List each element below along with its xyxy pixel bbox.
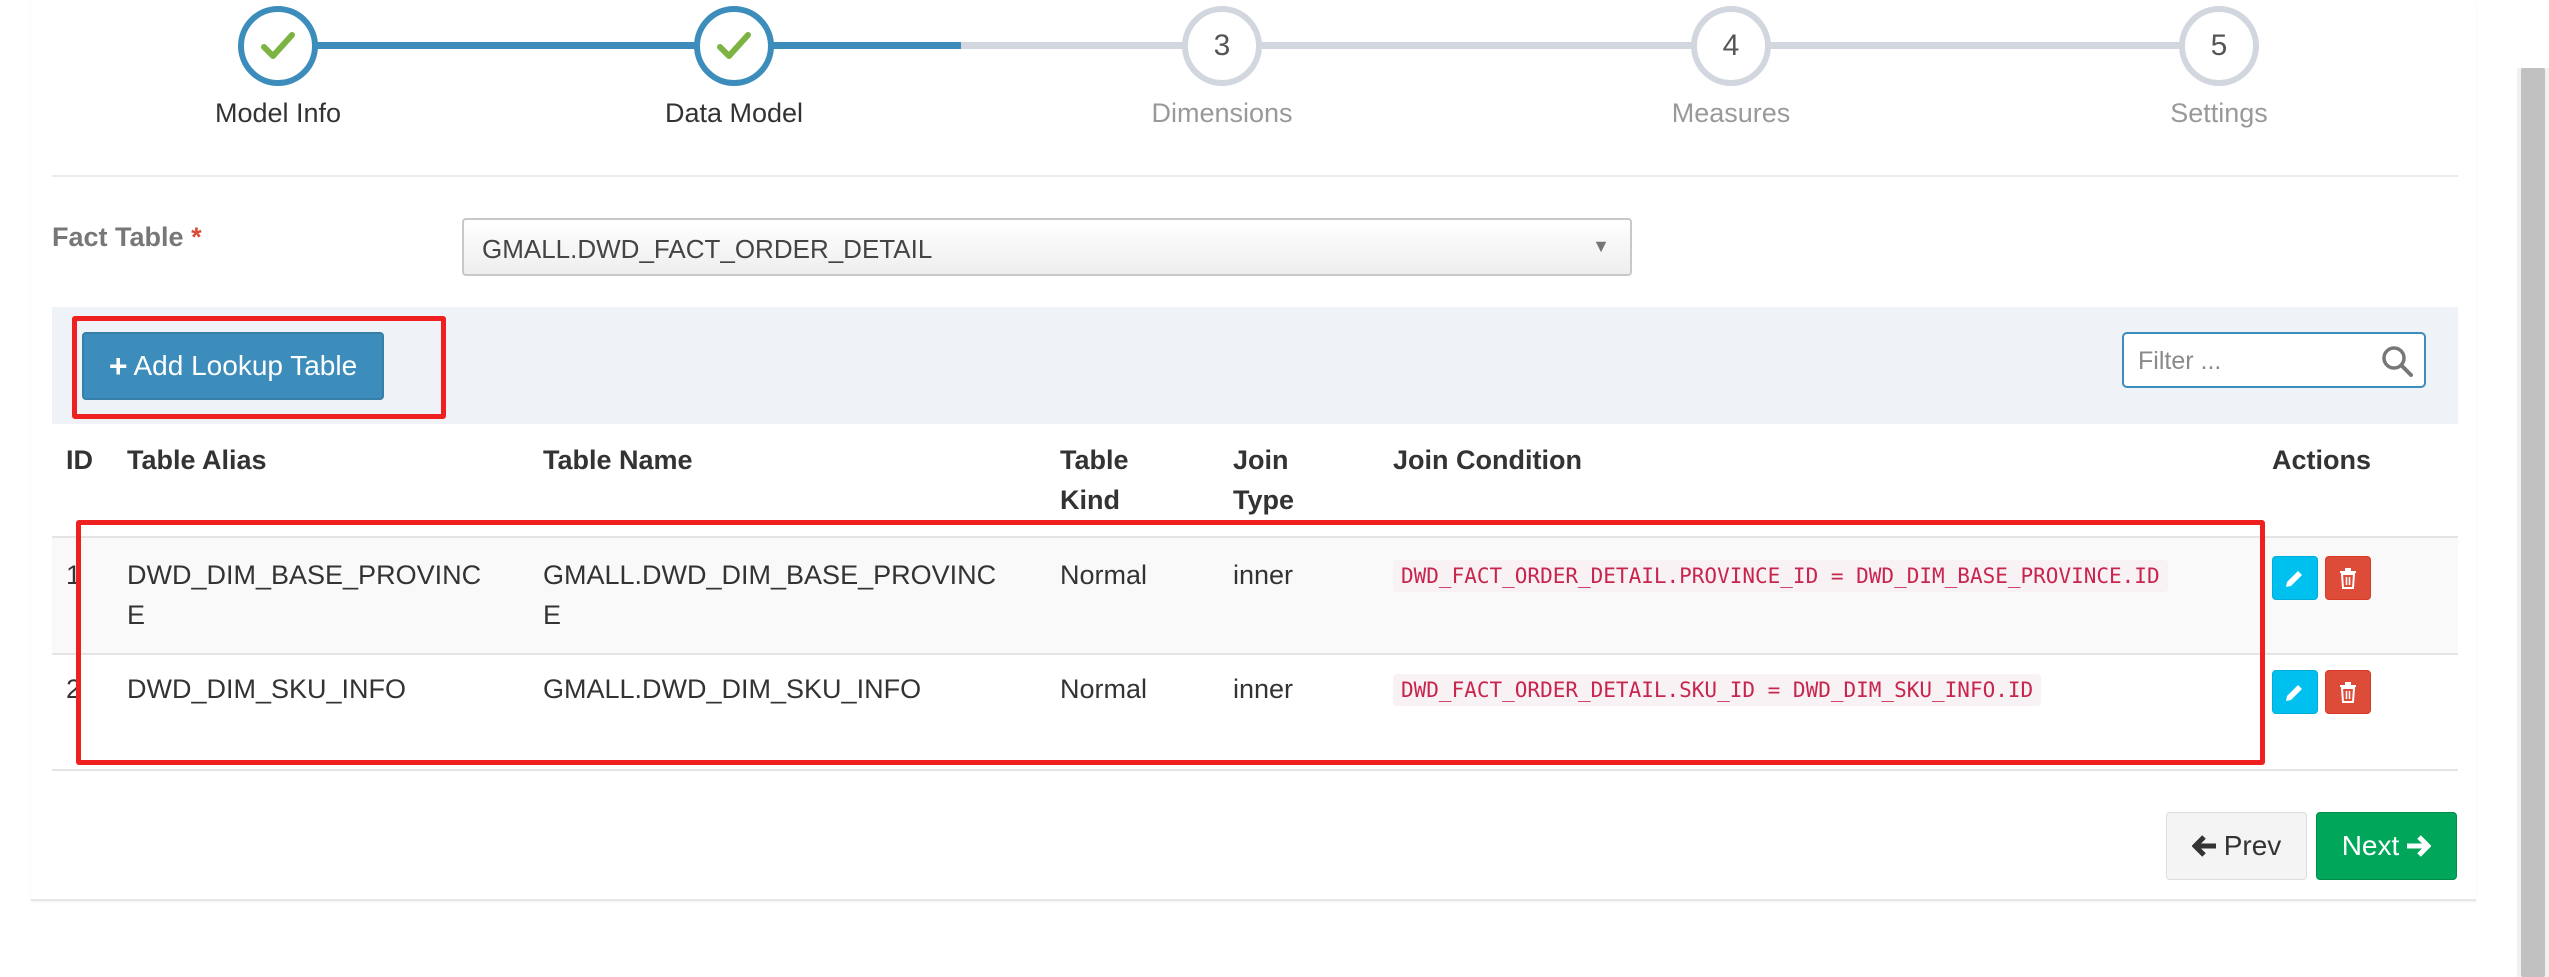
required-mark: * bbox=[191, 222, 202, 252]
fact-table-selected-value: GMALL.DWD_FACT_ORDER_DETAIL bbox=[482, 234, 933, 264]
fact-table-select[interactable]: GMALL.DWD_FACT_ORDER_DETAIL ▼ bbox=[462, 218, 1632, 276]
trash-icon bbox=[2340, 682, 2356, 703]
wizard-step-settings[interactable]: 5 bbox=[2179, 6, 2259, 86]
edit-button[interactable] bbox=[2272, 556, 2318, 600]
column-header-table-kind-line2: Kind bbox=[1060, 485, 1120, 515]
step-label-settings[interactable]: Settings bbox=[2069, 98, 2369, 129]
step-label-measures[interactable]: Measures bbox=[1581, 98, 1881, 129]
wizard-steps: Model Info Data Model 3 Dimensions 4 Mea… bbox=[0, 0, 2549, 140]
column-header-table-name: Table Name bbox=[543, 445, 693, 475]
step-number: 3 bbox=[1182, 6, 1262, 86]
divider bbox=[52, 175, 2458, 177]
highlight-box-add-button bbox=[72, 316, 446, 419]
scrollbar-thumb[interactable] bbox=[2521, 68, 2545, 977]
search-icon[interactable] bbox=[2380, 344, 2414, 378]
table-bottom-divider bbox=[52, 769, 2458, 771]
step-label-dimensions[interactable]: Dimensions bbox=[1072, 98, 1372, 129]
fact-table-label: Fact Table * bbox=[52, 222, 202, 253]
delete-button[interactable] bbox=[2325, 670, 2371, 714]
pencil-icon bbox=[2286, 685, 2302, 701]
step-number: 5 bbox=[2179, 6, 2259, 86]
wizard-step-model-info[interactable] bbox=[238, 6, 318, 86]
arrow-left-icon bbox=[2191, 835, 2216, 857]
prev-label: Prev bbox=[2223, 830, 2282, 861]
step-circle bbox=[694, 6, 774, 86]
column-header-table-alias: Table Alias bbox=[127, 445, 267, 475]
arrow-right-icon bbox=[2407, 835, 2432, 857]
column-header-join-condition: Join Condition bbox=[1393, 445, 1582, 475]
column-header-join-type-line1: Join bbox=[1233, 445, 1289, 475]
column-header-join-type: Join Type bbox=[1233, 440, 1294, 520]
column-header-table-kind: Table Kind bbox=[1060, 440, 1129, 520]
fact-table-label-text: Fact Table bbox=[52, 222, 184, 252]
step-number: 4 bbox=[1691, 6, 1771, 86]
column-header-table-kind-line1: Table bbox=[1060, 445, 1129, 475]
wizard-connector bbox=[278, 42, 736, 49]
caret-down-icon: ▼ bbox=[1592, 236, 1610, 256]
wizard-connector bbox=[1222, 42, 1731, 49]
pencil-icon bbox=[2286, 571, 2302, 587]
wizard-step-dimensions[interactable]: 3 bbox=[1182, 6, 1262, 86]
next-button[interactable]: Next bbox=[2316, 812, 2457, 880]
check-icon bbox=[717, 32, 751, 59]
next-label: Next bbox=[2341, 830, 2400, 861]
prev-button[interactable]: Prev bbox=[2166, 812, 2307, 880]
column-header-actions: Actions bbox=[2272, 445, 2372, 475]
delete-button[interactable] bbox=[2325, 556, 2371, 600]
wizard-step-measures[interactable]: 4 bbox=[1691, 6, 1771, 86]
filter-field[interactable] bbox=[2122, 332, 2426, 388]
highlight-box-table-rows bbox=[76, 520, 2265, 765]
wizard-step-data-model[interactable] bbox=[694, 6, 774, 86]
column-header-join-type-line2: Type bbox=[1233, 485, 1295, 515]
column-header-id: ID bbox=[66, 445, 93, 475]
wizard-connector bbox=[1731, 42, 2219, 49]
check-icon bbox=[261, 32, 295, 59]
edit-button[interactable] bbox=[2272, 670, 2318, 714]
step-label-model-info[interactable]: Model Info bbox=[128, 98, 428, 129]
step-circle bbox=[238, 6, 318, 86]
step-label-data-model[interactable]: Data Model bbox=[584, 98, 884, 129]
filter-input[interactable] bbox=[2136, 344, 2360, 378]
trash-icon bbox=[2340, 568, 2356, 589]
